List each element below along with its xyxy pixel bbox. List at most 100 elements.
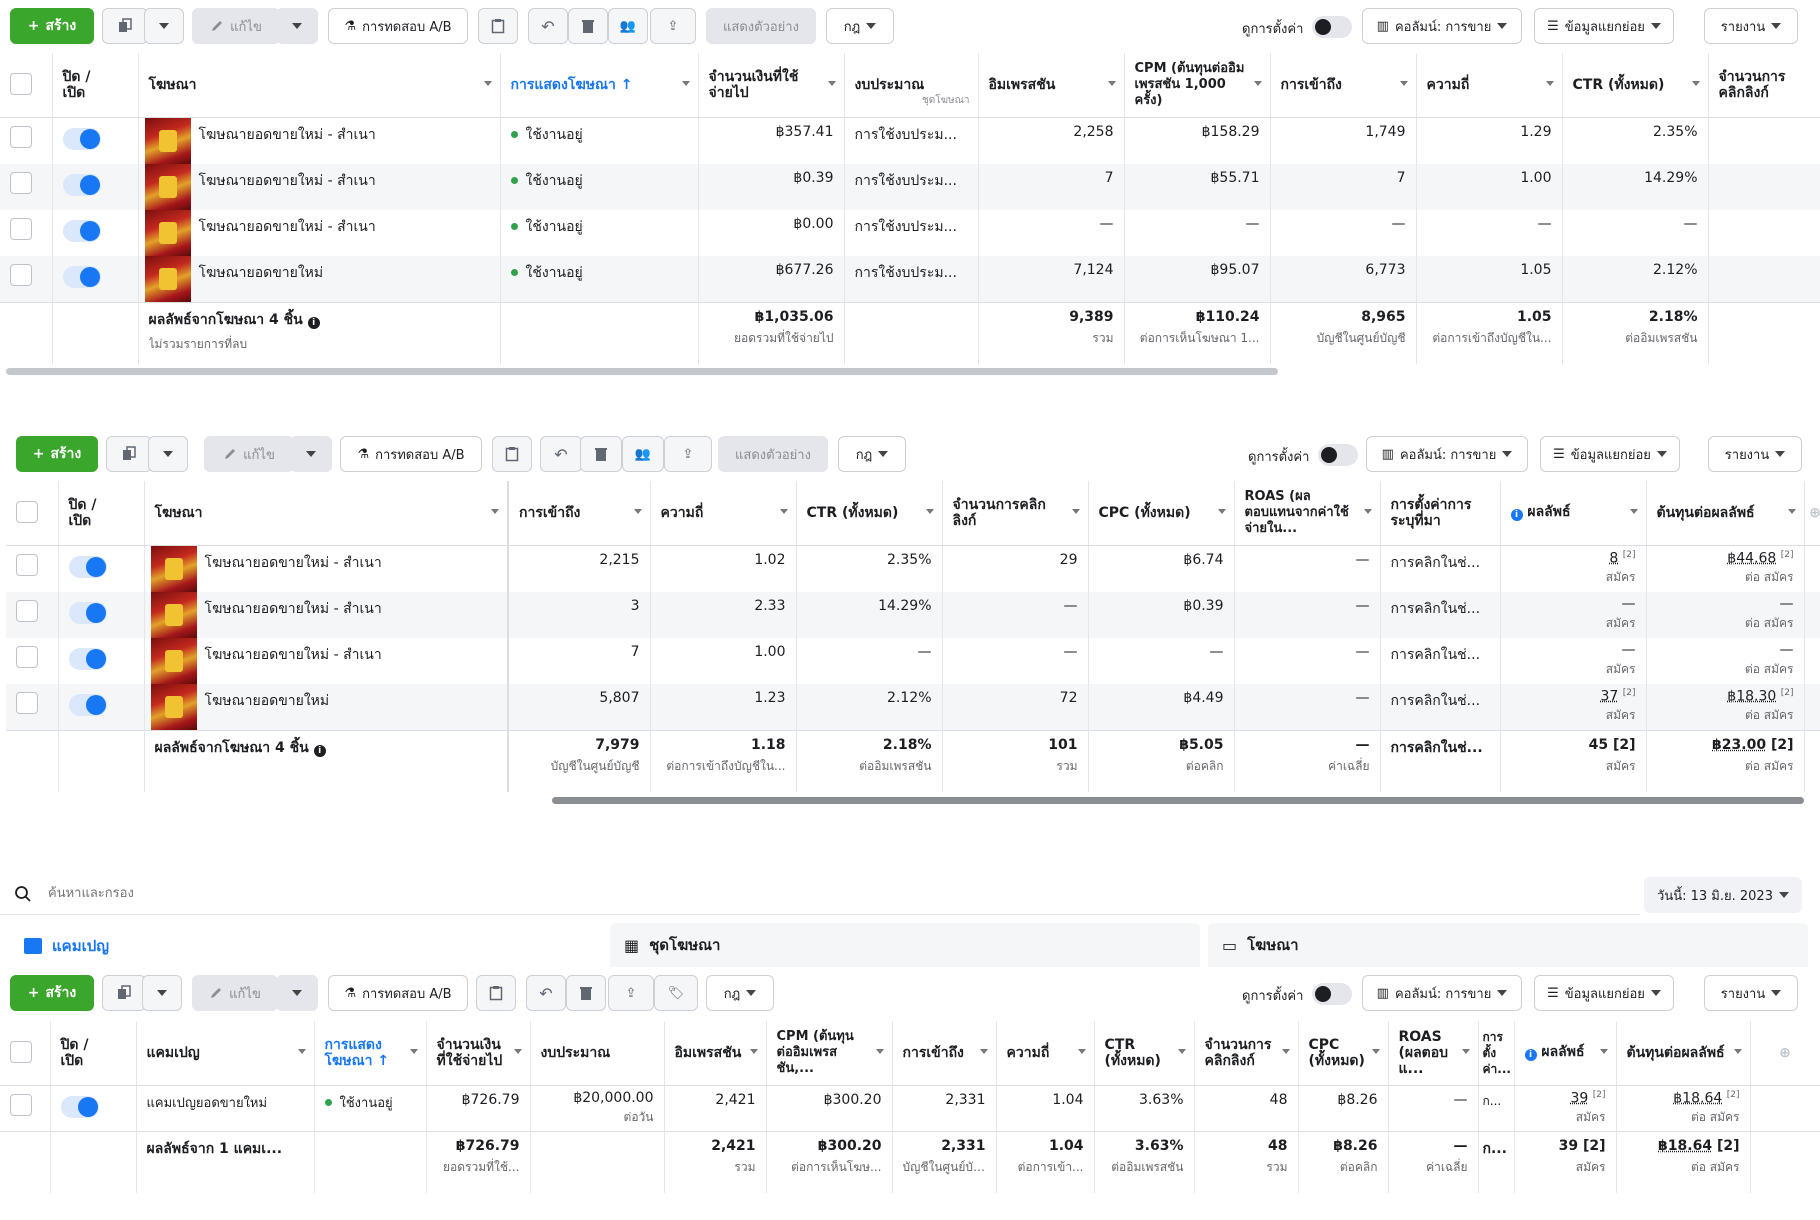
col-delivery[interactable]: การแสดงโฆษณา ↑: [500, 53, 699, 118]
duplicate-button[interactable]: [102, 8, 148, 44]
info-icon[interactable]: i: [1524, 1049, 1537, 1062]
select-all-checkbox[interactable]: [10, 1040, 32, 1063]
preview-button[interactable]: แสดงตัวอย่าง: [706, 8, 816, 44]
delete-button[interactable]: [566, 975, 606, 1011]
table-row[interactable]: โฆษณายอดขายใหม่ 5,807 1.23 2.12% 72 ฿4.4…: [6, 683, 1820, 730]
select-all-checkbox[interactable]: [10, 72, 32, 95]
reports-button[interactable]: รายงาน: [1704, 8, 1798, 44]
table-row[interactable]: โฆษณายอดขายใหม่ - สำเนา ใช้งานอยู่ ฿0.00…: [0, 209, 1820, 256]
col-frequency[interactable]: ความถี่: [650, 481, 797, 546]
tab-campaigns[interactable]: แคมเปญ: [10, 923, 600, 967]
table-row[interactable]: โฆษณายอดขายใหม่ - สำเนา ใช้งานอยู่ ฿0.39…: [0, 163, 1820, 210]
clipboard-button[interactable]: [478, 8, 518, 44]
col-toggle[interactable]: ปิด / เปิด: [50, 1021, 137, 1086]
total-cost-per-result[interactable]: ฿23.00: [1712, 737, 1766, 753]
col-attribution[interactable]: การตั้งค่าการระบุที่มา: [1380, 481, 1501, 546]
view-settings-toggle[interactable]: [1312, 16, 1352, 38]
horizontal-scrollbar[interactable]: [552, 797, 1804, 804]
row-checkbox[interactable]: [10, 125, 32, 148]
delete-button[interactable]: [580, 436, 622, 472]
duplicate-dropdown[interactable]: [142, 975, 182, 1011]
share-preview-button[interactable]: ⇪: [608, 975, 654, 1011]
edit-button[interactable]: แก้ไข: [192, 975, 278, 1011]
ad-name[interactable]: โฆษณายอดขายใหม่ - สำเนา: [205, 601, 382, 617]
edit-dropdown[interactable]: [276, 8, 318, 44]
cell-cost-per-result[interactable]: ฿18.30: [1727, 688, 1776, 704]
col-impressions[interactable]: อิมเพรสชัน: [664, 1021, 767, 1086]
col-cost-per-result[interactable]: ต้นทุนต่อผลลัพธ์: [1616, 1021, 1751, 1086]
reports-button[interactable]: รายงาน: [1704, 975, 1798, 1011]
ad-name[interactable]: โฆษณายอดขายใหม่ - สำเนา: [199, 219, 376, 235]
col-frequency[interactable]: ความถี่: [996, 1021, 1095, 1086]
create-button[interactable]: + สร้าง: [16, 436, 98, 472]
cell-budget[interactable]: ฿20,000.00: [573, 1090, 653, 1106]
columns-button[interactable]: ▥ คอลัมน์: การขาย: [1362, 8, 1522, 44]
col-reach[interactable]: การเข้าถึง: [508, 481, 651, 546]
ab-test-button[interactable]: ⚗ การทดสอบ A/B: [340, 436, 482, 472]
col-campaign[interactable]: แคมเปญ: [136, 1021, 315, 1086]
row-toggle[interactable]: [68, 601, 107, 624]
edit-dropdown[interactable]: [290, 436, 332, 472]
share-preview-button[interactable]: ⇪: [664, 436, 712, 472]
row-toggle[interactable]: [60, 1095, 99, 1118]
add-column-header[interactable]: ⊕: [1804, 481, 1820, 546]
cell-results[interactable]: 8: [1609, 550, 1618, 566]
col-attribution[interactable]: การตั้งค่า...: [1478, 1021, 1515, 1086]
col-cpm[interactable]: CPM (ต้นทุนต่ออิมเพรสชัน 1,000 ครั้ง): [1124, 53, 1271, 118]
total-cost-per-result[interactable]: ฿18.64: [1658, 1138, 1712, 1154]
duplicate-dropdown[interactable]: [148, 436, 188, 472]
col-ctr[interactable]: CTR (ทั้งหมด): [1094, 1021, 1195, 1086]
search-input[interactable]: [48, 886, 1548, 901]
duplicate-button[interactable]: [102, 975, 146, 1011]
row-toggle[interactable]: [62, 127, 101, 150]
row-checkbox[interactable]: [16, 553, 38, 576]
breakdown-button[interactable]: ☰ ข้อมูลแยกย่อย: [1534, 975, 1674, 1011]
edit-button[interactable]: แก้ไข: [192, 8, 280, 44]
tag-button[interactable]: 🏷: [654, 975, 698, 1011]
col-budget[interactable]: งบประมาณ: [530, 1021, 665, 1086]
col-impressions[interactable]: อิมเพรสชัน: [978, 53, 1125, 118]
ad-name[interactable]: โฆษณายอดขายใหม่ - สำเนา: [205, 555, 382, 571]
row-toggle[interactable]: [68, 693, 107, 716]
col-reach[interactable]: การเข้าถึง: [892, 1021, 997, 1086]
col-results[interactable]: i ผลลัพธ์: [1500, 481, 1647, 546]
rules-button[interactable]: กฎ: [706, 975, 774, 1011]
tab-ads[interactable]: ▭ โฆษณา: [1208, 923, 1808, 967]
col-toggle[interactable]: ปิด / เปิด: [52, 53, 139, 118]
col-cpc[interactable]: CPC (ทั้งหมด): [1088, 481, 1235, 546]
ad-name[interactable]: โฆษณายอดขายใหม่ - สำเนา: [199, 173, 376, 189]
ad-name[interactable]: โฆษณายอดขายใหม่ - สำเนา: [205, 647, 382, 663]
view-settings-toggle[interactable]: [1318, 444, 1358, 466]
row-toggle[interactable]: [62, 173, 101, 196]
col-spend[interactable]: จำนวนเงินที่ใช้จ่ายไป: [426, 1021, 531, 1086]
row-checkbox[interactable]: [10, 263, 32, 286]
table-row[interactable]: โฆษณายอดขายใหม่ - สำเนา 3 2.33 14.29% — …: [6, 591, 1820, 638]
col-ctr[interactable]: CTR (ทั้งหมด): [1562, 53, 1709, 118]
col-roas[interactable]: ROAS (ผลตอบแ...: [1388, 1021, 1479, 1086]
table-row[interactable]: โฆษณายอดขายใหม่ - สำเนา ใช้งานอยู่ ฿357.…: [0, 117, 1820, 164]
col-frequency[interactable]: ความถี่: [1416, 53, 1563, 118]
ad-name[interactable]: โฆษณายอดขายใหม่: [205, 693, 330, 709]
add-column-header[interactable]: ⊕: [1750, 1021, 1820, 1086]
edit-dropdown[interactable]: [276, 975, 318, 1011]
col-budget[interactable]: งบประมาณ ชุดโฆษณา: [844, 53, 979, 118]
columns-button[interactable]: ▥ คอลัมน์: การขาย: [1362, 975, 1522, 1011]
col-roas[interactable]: ROAS (ผลตอบแทนจากค่าใช้จ่ายใน...: [1234, 481, 1381, 546]
preview-button[interactable]: แสดงตัวอย่าง: [718, 436, 828, 472]
row-toggle[interactable]: [62, 219, 101, 242]
ab-test-button[interactable]: ⚗ การทดสอบ A/B: [328, 975, 468, 1011]
undo-button[interactable]: ↶: [540, 436, 582, 472]
col-toggle[interactable]: ปิด / เปิด: [58, 481, 145, 546]
horizontal-scrollbar[interactable]: [6, 368, 1278, 375]
row-toggle[interactable]: [68, 555, 107, 578]
create-button[interactable]: + สร้าง: [10, 975, 94, 1011]
row-checkbox[interactable]: [16, 691, 38, 714]
reports-button[interactable]: รายงาน: [1708, 436, 1802, 472]
ab-test-button[interactable]: ⚗ การทดสอบ A/B: [328, 8, 468, 44]
share-preview-button[interactable]: ⇪: [650, 8, 696, 44]
audience-button[interactable]: 👥: [622, 436, 664, 472]
cell-cost-per-result[interactable]: ฿44.68: [1727, 550, 1776, 566]
col-cpc[interactable]: CPC (ทั้งหมด): [1298, 1021, 1389, 1086]
rules-button[interactable]: กฎ: [826, 8, 894, 44]
row-checkbox[interactable]: [16, 645, 38, 668]
